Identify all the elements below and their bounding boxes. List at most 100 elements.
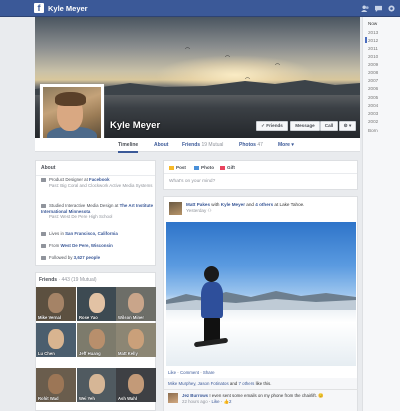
about-followed-count[interactable]: 3,627 people: [74, 255, 100, 260]
friend-tile[interactable]: Matt Kelly: [116, 323, 156, 357]
likers-and-text: and: [229, 381, 238, 386]
about-from: From West De Pere, Wisconsin: [41, 243, 159, 249]
year-item[interactable]: 2013: [368, 30, 378, 35]
friend-tile[interactable]: Mike Vernal: [36, 287, 76, 321]
about-title: About: [36, 161, 155, 176]
year-item[interactable]: 2007: [368, 78, 378, 83]
year-item[interactable]: 2010: [368, 54, 378, 59]
friend-tile[interactable]: Rohit Wad: [36, 368, 76, 402]
briefcase-icon: [41, 177, 46, 182]
post-photo[interactable]: [166, 222, 356, 366]
year-item[interactable]: 2004: [368, 103, 378, 108]
tab-about[interactable]: About: [154, 142, 168, 148]
bird-icon: ⌒: [185, 48, 191, 54]
about-from-place[interactable]: West De Pere, Wisconsin: [60, 243, 112, 248]
friend-name: Jeff Huang: [79, 351, 101, 356]
skier-jacket: [201, 282, 223, 318]
year-item[interactable]: 2012: [368, 38, 378, 43]
comment-like-count[interactable]: 👍2: [224, 399, 232, 404]
about-lives-place[interactable]: San Francisco, California: [65, 231, 118, 236]
likers-others[interactable]: 7 others: [238, 381, 254, 386]
comment-author-avatar[interactable]: [168, 393, 178, 403]
composer-photo-tab[interactable]: Photo: [194, 165, 214, 170]
bird-icon: ⌒: [225, 56, 231, 62]
facebook-logo-icon[interactable]: f: [34, 3, 44, 13]
post-tagged-friend[interactable]: Kyle Meyer: [221, 202, 245, 207]
year-item[interactable]: 2005: [368, 95, 378, 100]
comment-like-link[interactable]: Like: [212, 399, 220, 404]
post-with-text: with: [211, 202, 220, 207]
about-education: Studied Interactive Media Design at The …: [41, 203, 159, 220]
friend-requests-icon[interactable]: [361, 5, 370, 12]
tab-photos[interactable]: Photos 47: [239, 142, 263, 148]
comment-text: I even sent some emails on my phone from…: [209, 393, 324, 398]
call-button[interactable]: Call: [320, 121, 338, 131]
pencil-icon: [169, 165, 174, 170]
rss-icon: [41, 255, 46, 260]
year-item[interactable]: 2002: [368, 119, 378, 124]
friends-button[interactable]: ✓ Friends: [256, 121, 288, 131]
friend-name: Ash Wahl: [118, 396, 137, 401]
divider: [163, 389, 358, 390]
message-button[interactable]: Message: [290, 121, 320, 131]
friend-tile[interactable]: Rose Yao: [77, 287, 117, 321]
timeline-year-nav: Now 2013 2012 2011 2010 2009 2008 2007 2…: [362, 17, 400, 411]
comment-link[interactable]: Comment: [180, 370, 199, 375]
about-from-prefix: From: [49, 243, 60, 248]
tab-friends-count: 19 Mutual: [201, 142, 224, 148]
comment-author[interactable]: Jez Burrows: [182, 393, 208, 398]
likers-suffix: like this.: [255, 381, 272, 386]
year-item[interactable]: Now: [368, 21, 377, 26]
friend-tile[interactable]: Lu Chen: [36, 323, 76, 357]
post-tagged-others[interactable]: 4 others: [255, 202, 273, 207]
year-item[interactable]: 2008: [368, 70, 378, 75]
bird-icon: ⌒: [275, 64, 281, 70]
friend-tile[interactable]: Wei Yeh: [77, 368, 117, 402]
composer-gift-tab[interactable]: Gift: [220, 165, 235, 170]
friend-name: Rohit Wad: [38, 396, 59, 401]
about-card: About Product Designer at Facebook Past:…: [35, 160, 156, 266]
profile-nav: Timeline About Friends 19 Mutual Photos …: [35, 138, 360, 153]
tab-more[interactable]: More ▾: [278, 142, 294, 148]
tab-timeline[interactable]: Timeline: [118, 142, 139, 153]
post-author-avatar[interactable]: [169, 202, 182, 215]
year-item[interactable]: 2003: [368, 111, 378, 116]
like-link[interactable]: Like: [168, 370, 176, 375]
tab-friends[interactable]: Friends 19 Mutual: [182, 142, 223, 148]
year-item[interactable]: 2006: [368, 86, 378, 91]
about-lives-prefix: Lives in: [49, 231, 64, 236]
post-timestamp[interactable]: Yesterday: [186, 208, 206, 213]
likers-names[interactable]: Mike Murphey, Jason Fotinatos: [168, 381, 229, 386]
friend-name: Wei Yeh: [79, 396, 95, 401]
post-and-text: and: [246, 202, 254, 207]
year-item[interactable]: 2011: [368, 46, 378, 51]
composer: Post Photo Gift What's on your mind?: [163, 160, 358, 190]
post-author[interactable]: Matt Pakes: [186, 202, 210, 207]
profile-name-link[interactable]: Kyle Meyer: [48, 3, 88, 14]
photo-icon: [194, 165, 199, 170]
friends-header: Friends · 443 (19 Mutual): [36, 273, 155, 288]
about-work-past: Past: Big Coral and Clockwork Active Med…: [49, 182, 153, 188]
settings-dropdown-button[interactable]: ⚙ ▾: [339, 121, 356, 131]
about-work-company[interactable]: Facebook: [89, 177, 110, 182]
location-pin-icon: [41, 243, 46, 248]
messages-icon[interactable]: [374, 5, 383, 12]
year-item[interactable]: Born: [368, 128, 378, 133]
share-link[interactable]: Share: [203, 370, 215, 375]
notifications-icon[interactable]: [387, 5, 396, 12]
about-study-prefix: Studied Interactive Media Design at: [49, 203, 119, 208]
about-followers: Followed by 3,627 people: [41, 255, 159, 261]
composer-gift-label: Gift: [227, 165, 235, 170]
friend-tile[interactable]: Ash Wahl: [116, 368, 156, 402]
friend-tile[interactable]: Jeff Huang: [77, 323, 117, 357]
year-item[interactable]: 2009: [368, 62, 378, 67]
friends-title[interactable]: Friends: [39, 277, 57, 283]
friend-name: Rose Yao: [79, 315, 98, 320]
status-input[interactable]: What's on your mind?: [169, 179, 215, 184]
composer-post-tab[interactable]: Post: [169, 165, 186, 170]
comment-time[interactable]: 22 hours ago: [182, 399, 208, 404]
friend-tile[interactable]: Wilson Miner: [116, 287, 156, 321]
about-followed-prefix: Followed by: [49, 255, 73, 260]
tab-photos-count: 47: [257, 142, 263, 148]
skier-helmet: [204, 266, 219, 282]
